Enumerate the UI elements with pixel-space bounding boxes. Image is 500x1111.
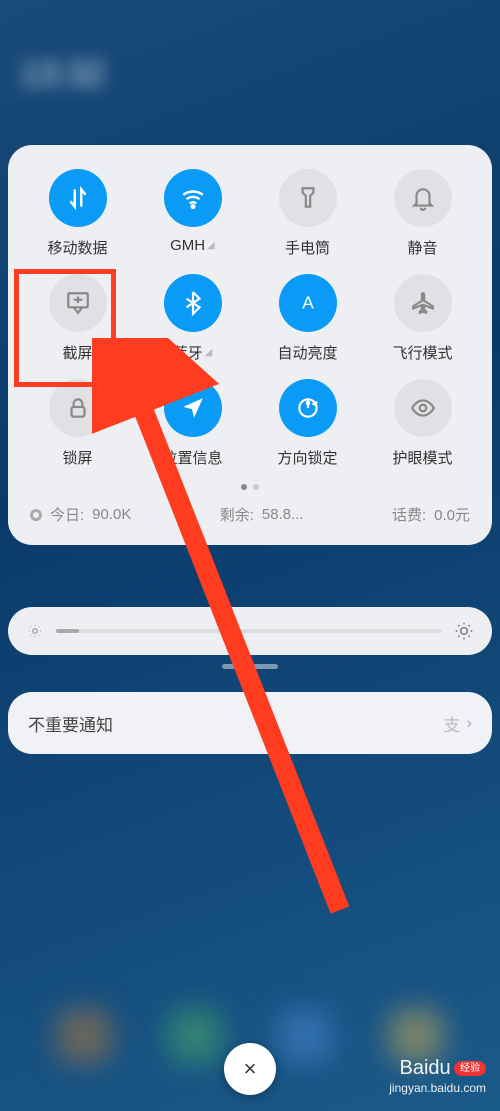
wifi-icon [164,169,222,227]
chevron-icon: ◢ [205,347,213,358]
mobile-data-icon [49,169,107,227]
qs-label: 手电筒 [285,237,330,258]
chevron-right-icon: › [466,713,472,733]
qs-label: 移动数据 [47,237,107,258]
lock-icon [49,379,107,437]
eye-icon [394,379,452,437]
notif-title: 不重要通知 [28,711,113,736]
today-value: 90.0K [92,506,131,523]
watermark-brand: Baidu [400,1057,451,1079]
qs-airplane[interactable]: 飞行模式 [369,274,476,363]
dock-icon [57,1009,111,1063]
qs-auto-brightness[interactable]: A 自动亮度 [254,274,361,363]
watermark-url: jingyan.baidu.com [389,1081,486,1097]
notif-app-icon: 支 [443,711,460,736]
notif-right: 支 › [443,711,472,736]
qs-label: 锁屏 [62,447,92,468]
qs-location[interactable]: 位置信息 [139,379,246,468]
qs-flashlight[interactable]: 手电筒 [254,169,361,258]
status-indicator-icon [30,509,42,521]
status-bar: 13:32 [0,0,500,130]
status-time: 13:32 [20,55,105,94]
qs-mute[interactable]: 静音 [369,169,476,258]
watermark-tag: 经验 [454,1061,486,1076]
qs-grid: 移动数据 GMH◢ 手电筒 静音 截屏 [24,169,476,468]
data-usage-row[interactable]: 今日: 90.0K 剩余: 58.8... 话费: 0.0元 [24,500,476,529]
qs-screenshot[interactable]: 截屏 [24,274,131,363]
location-icon [164,379,222,437]
qs-label: 自动亮度 [277,342,337,363]
auto-brightness-icon: A [279,274,337,332]
remain-value: 58.8... [262,506,304,523]
qs-bluetooth[interactable]: 蓝牙◢ [139,274,246,363]
screenshot-icon [49,274,107,332]
bill-label: 话费: [392,504,426,525]
qs-label: 蓝牙◢ [173,342,213,363]
dock-icon [278,1009,332,1063]
qs-eye-care[interactable]: 护眼模式 [369,379,476,468]
chevron-icon: ◢ [207,240,215,251]
unimportant-notification[interactable]: 不重要通知 支 › [8,692,492,754]
qs-rotation-lock[interactable]: 方向锁定 [254,379,361,468]
qs-label: 静音 [407,237,437,258]
remain-label: 剩余: [220,504,254,525]
slider-fill [56,629,79,633]
dock-icon [168,1009,222,1063]
quick-settings-panel: 移动数据 GMH◢ 手电筒 静音 截屏 [8,145,492,545]
dot [253,484,259,490]
dot [241,484,247,490]
close-icon: × [244,1056,257,1082]
airplane-icon [394,274,452,332]
svg-text:A: A [302,292,314,312]
bluetooth-icon [164,274,222,332]
brightness-high-icon [454,621,474,641]
close-button[interactable]: × [224,1043,276,1095]
qs-label: 位置信息 [162,447,222,468]
watermark: Baidu 经验 jingyan.baidu.com [389,1055,486,1097]
drag-handle[interactable] [222,664,278,669]
qs-label: 截屏 [62,342,92,363]
qs-wifi[interactable]: GMH◢ [139,169,246,258]
qs-lock[interactable]: 锁屏 [24,379,131,468]
today-label: 今日: [50,504,84,525]
qs-label: 方向锁定 [277,447,337,468]
qs-label: GMH◢ [170,237,215,254]
brightness-low-icon [26,622,44,640]
bill-value: 0.0元 [434,504,470,525]
brightness-slider[interactable] [8,607,492,655]
page-dots [24,484,476,490]
qs-label: 飞行模式 [392,342,452,363]
slider-track[interactable] [56,629,442,633]
rotation-lock-icon [279,379,337,437]
qs-mobile-data[interactable]: 移动数据 [24,169,131,258]
qs-label: 护眼模式 [392,447,452,468]
flashlight-icon [279,169,337,227]
bell-icon [394,169,452,227]
